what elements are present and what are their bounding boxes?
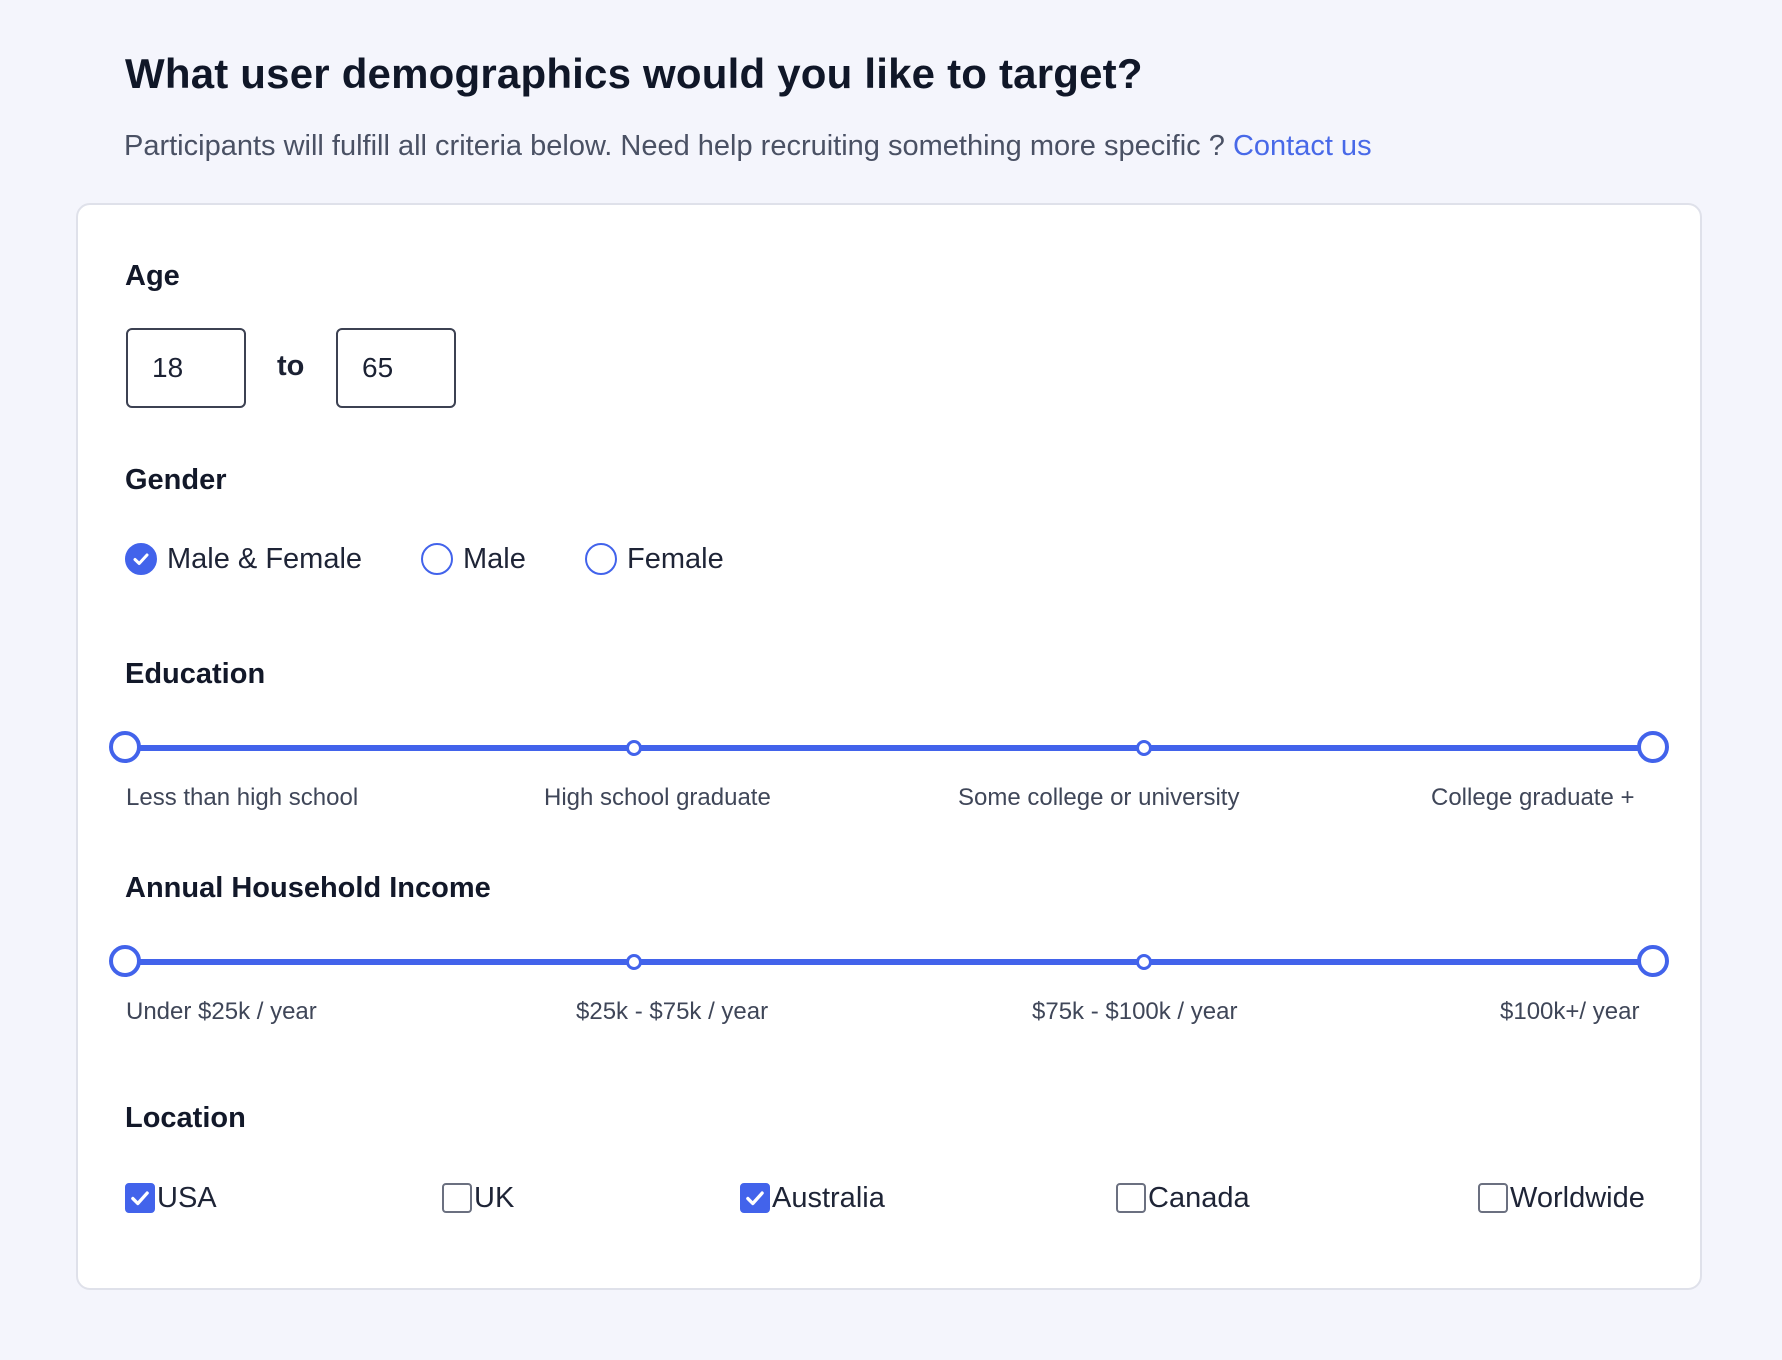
location-option-label: UK — [474, 1181, 515, 1214]
gender-option-female[interactable]: Female — [585, 540, 724, 578]
education-tick-label: College graduate + — [1431, 784, 1635, 811]
checkbox-unchecked[interactable] — [442, 1183, 472, 1213]
income-max-handle[interactable] — [1637, 945, 1669, 977]
education-label: Education — [125, 658, 266, 690]
slider-step-dot[interactable] — [626, 740, 642, 756]
age-separator: to — [277, 350, 305, 382]
location-option-canada[interactable]: Canada — [1116, 1180, 1250, 1216]
location-option-label: Canada — [1148, 1181, 1250, 1214]
checkmark-icon — [131, 1191, 149, 1206]
slider-step-dot[interactable] — [1136, 954, 1152, 970]
slider-track[interactable] — [125, 959, 1653, 965]
income-tick-label: Under $25k / year — [126, 998, 317, 1025]
page-title: What user demographics would you like to… — [125, 50, 1143, 97]
location-option-label: Worldwide — [1510, 1181, 1645, 1214]
gender-option-label: Male — [463, 542, 526, 575]
checkbox-checked[interactable] — [740, 1183, 770, 1213]
slider-step-dot[interactable] — [1136, 740, 1152, 756]
income-label: Annual Household Income — [125, 872, 491, 904]
checkmark-icon — [746, 1191, 764, 1206]
income-tick-label: $100k+/ year — [1500, 998, 1640, 1025]
checkbox-checked[interactable] — [125, 1183, 155, 1213]
radio-unchecked[interactable] — [585, 543, 617, 575]
age-min-input[interactable] — [126, 328, 246, 408]
location-option-usa[interactable]: USA — [125, 1180, 217, 1216]
age-label: Age — [125, 260, 180, 292]
subtitle-text: Participants will fulfill all criteria b… — [124, 130, 1225, 162]
slider-step-dot[interactable] — [626, 954, 642, 970]
radio-checked[interactable] — [125, 543, 157, 575]
radio-unchecked[interactable] — [421, 543, 453, 575]
education-tick-label: Less than high school — [126, 784, 359, 811]
education-slider[interactable] — [109, 728, 1669, 768]
gender-option-male-female[interactable]: Male & Female — [125, 540, 362, 578]
location-label: Location — [125, 1102, 246, 1134]
education-tick-label: High school graduate — [544, 784, 771, 811]
page: What user demographics would you like to… — [0, 0, 1782, 1360]
contact-us-link[interactable]: Contact us — [1233, 130, 1372, 162]
page-subtitle: Participants will fulfill all criteria b… — [124, 130, 1372, 163]
education-max-handle[interactable] — [1637, 731, 1669, 763]
location-option-australia[interactable]: Australia — [740, 1180, 885, 1216]
location-option-label: Australia — [772, 1181, 885, 1214]
location-option-worldwide[interactable]: Worldwide — [1478, 1180, 1645, 1216]
education-min-handle[interactable] — [109, 731, 141, 763]
gender-label: Gender — [125, 464, 227, 496]
location-option-label: USA — [157, 1181, 217, 1214]
age-max-input[interactable] — [336, 328, 456, 408]
checkbox-unchecked[interactable] — [1478, 1183, 1508, 1213]
income-tick-label: $25k - $75k / year — [576, 998, 769, 1025]
income-tick-label: $75k - $100k / year — [1032, 998, 1238, 1025]
checkbox-unchecked[interactable] — [1116, 1183, 1146, 1213]
gender-option-label: Male & Female — [167, 542, 363, 575]
income-slider[interactable] — [109, 942, 1669, 982]
checkmark-icon — [133, 553, 149, 565]
slider-track[interactable] — [125, 745, 1653, 751]
gender-option-label: Female — [627, 542, 724, 575]
location-option-uk[interactable]: UK — [442, 1180, 514, 1216]
education-tick-label: Some college or university — [958, 784, 1240, 811]
gender-option-male[interactable]: Male — [421, 540, 526, 578]
income-min-handle[interactable] — [109, 945, 141, 977]
